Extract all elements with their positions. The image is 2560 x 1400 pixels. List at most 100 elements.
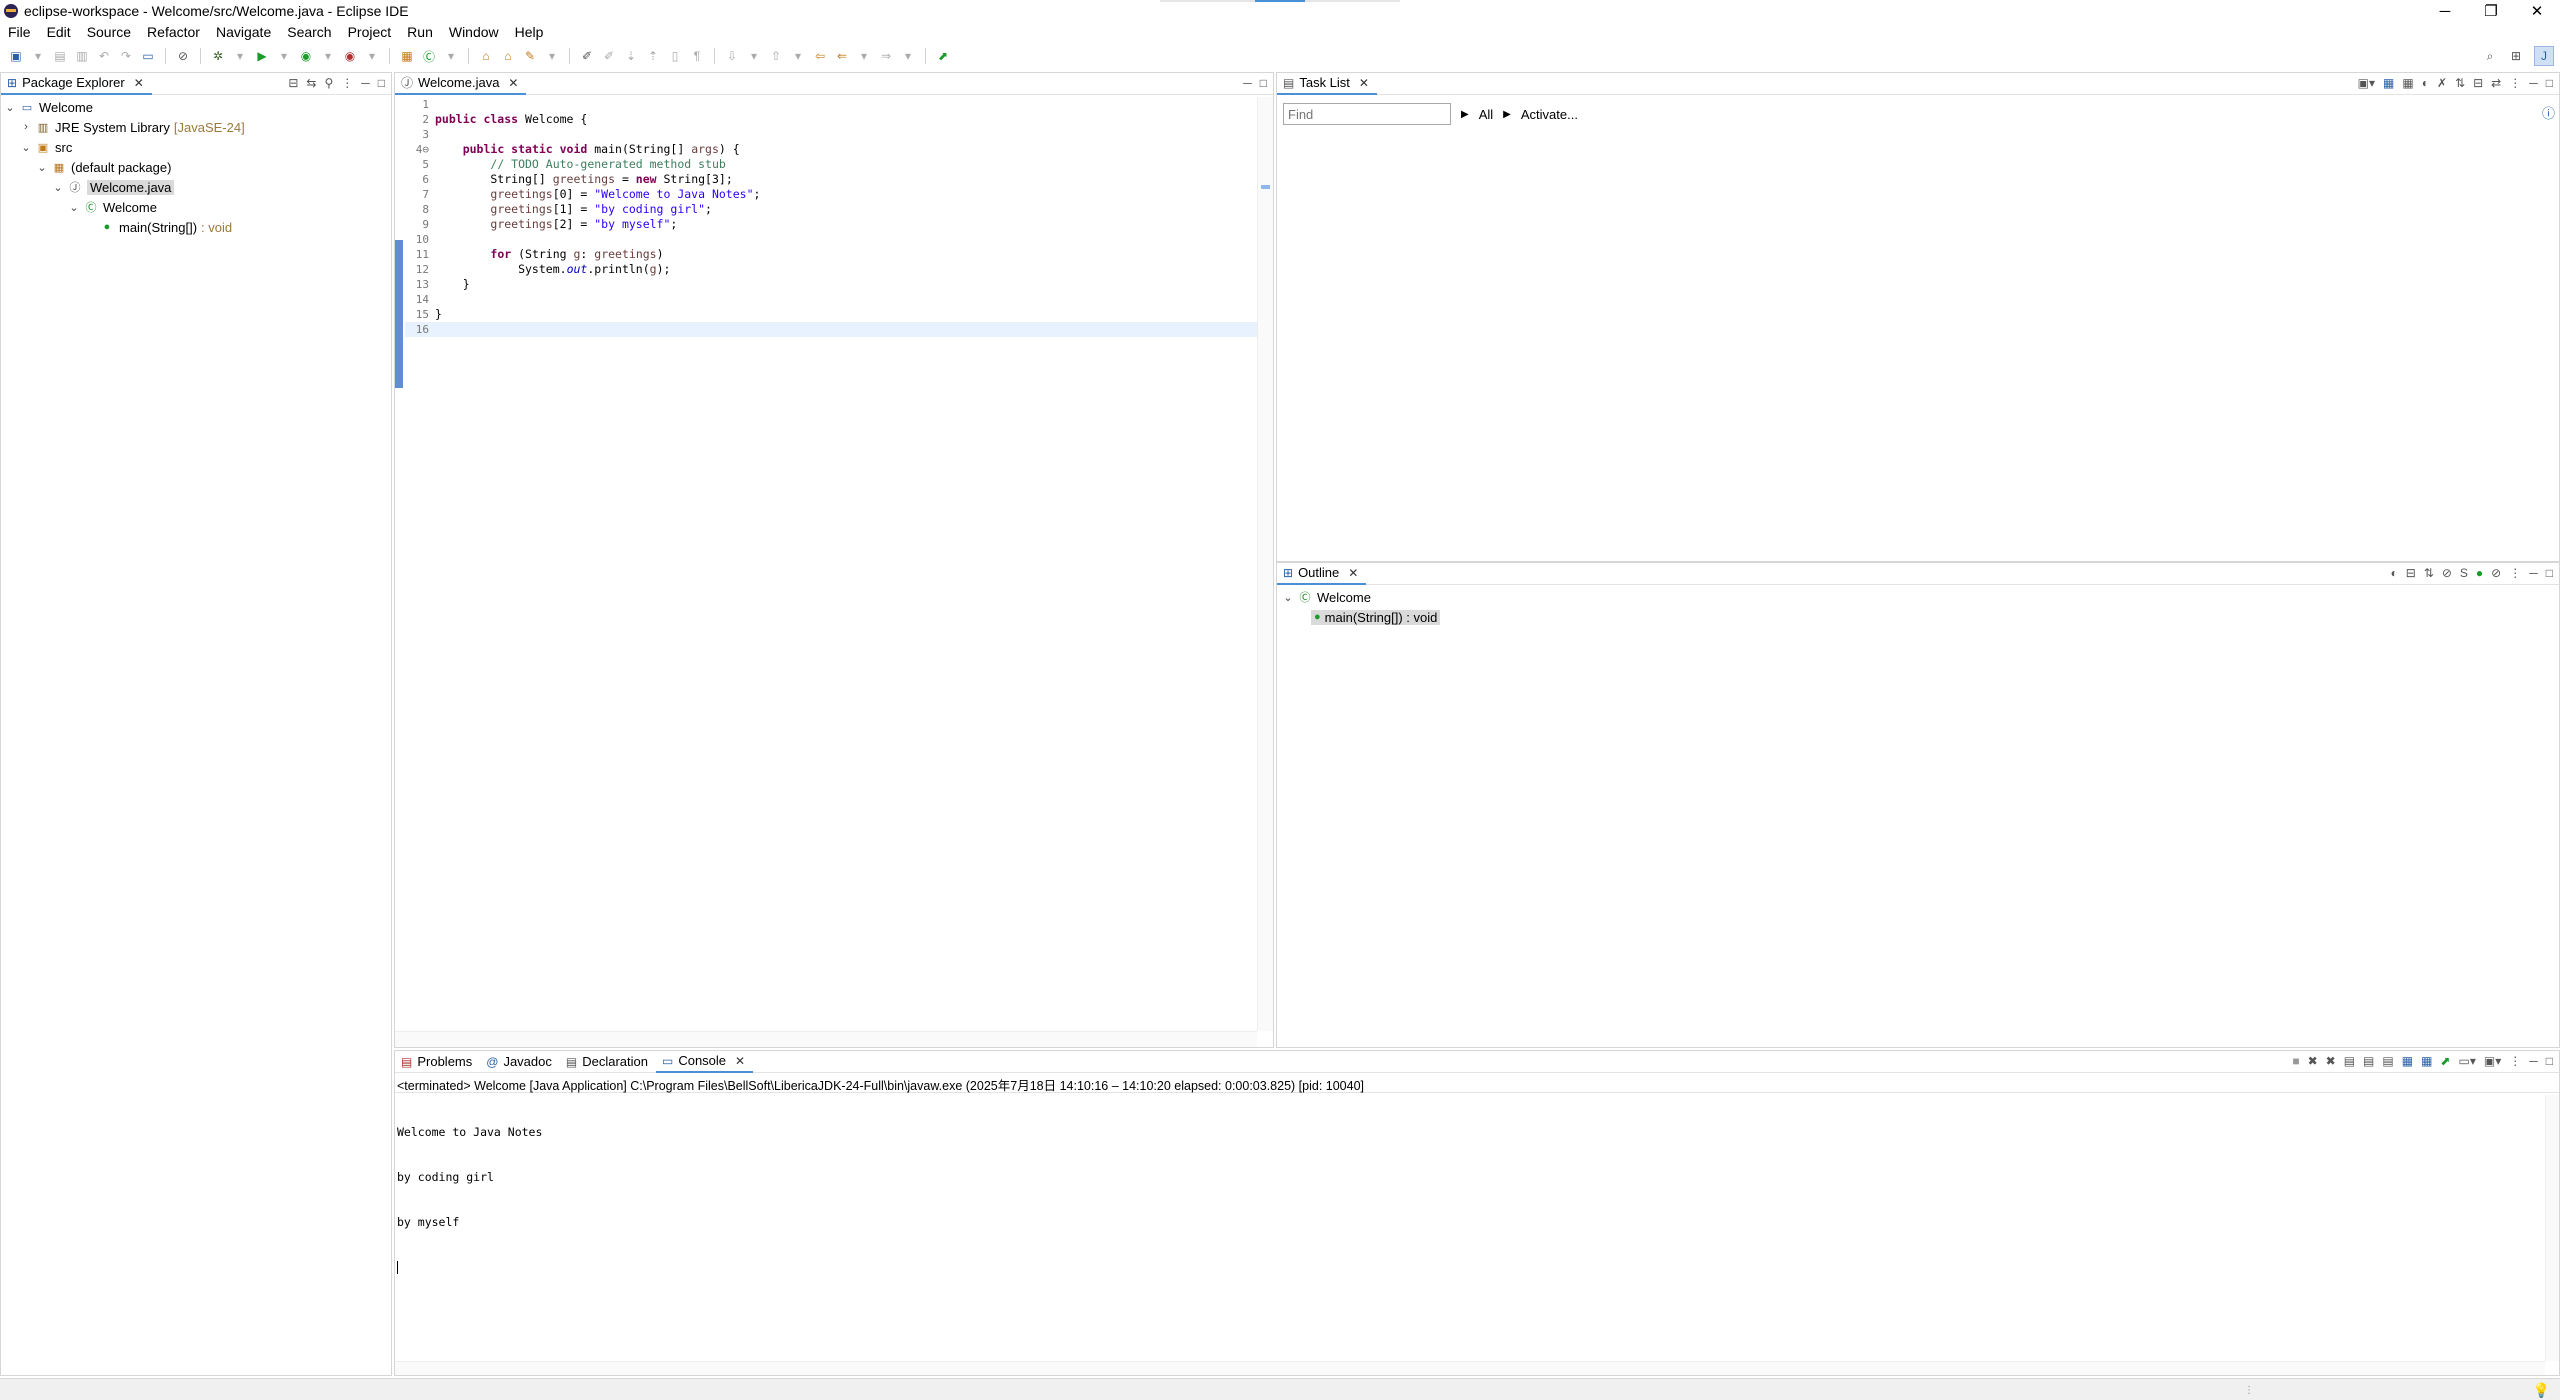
console-vertical-scrollbar[interactable] [2545,1095,2559,1361]
dropdown-icon[interactable]: ▾ [856,48,872,64]
activate-link[interactable]: Activate... [1521,107,1578,122]
link-editor-icon[interactable]: ⇆ [306,76,316,90]
search-icon[interactable]: ⌕ [2482,48,2498,64]
filter-icon[interactable]: ⚲ [324,76,333,90]
terminal-icon[interactable]: ▭ [140,48,156,64]
code-line[interactable]: 13 } [405,277,1273,292]
open-type-icon[interactable]: ⌂ [478,48,494,64]
hide-local-types-icon[interactable]: ⊘ [2491,566,2501,580]
prev-edit-icon[interactable]: ⇧ [768,48,784,64]
tab-package-explorer[interactable]: ⊞ Package Explorer ✕ [1,73,152,95]
dropdown-icon[interactable]: ▾ [900,48,916,64]
minimize-view-icon[interactable]: ─ [1243,76,1252,90]
tab-javadoc[interactable]: @ Javadoc [480,1051,560,1073]
tree-item-package[interactable]: ⌄ ▦ (default package) [1,157,391,177]
open-perspective-icon[interactable]: ⊞ [2508,48,2524,64]
menu-edit[interactable]: Edit [47,24,71,40]
chevron-down-icon[interactable]: ⌄ [1281,591,1295,604]
restore-button[interactable]: ❐ [2468,0,2514,22]
hide-nonpublic-icon[interactable]: ● [2476,566,2483,580]
code-line[interactable]: 14 [405,292,1273,307]
all-link[interactable]: All [1479,107,1493,122]
java-perspective-icon[interactable]: J [2534,46,2554,66]
pin-icon[interactable]: ✐ [601,48,617,64]
tab-welcome-java[interactable]: Ⓙ Welcome.java ✕ [395,73,527,95]
menu-navigate[interactable]: Navigate [216,24,271,40]
code-line[interactable]: 8 greetings[1] = "by coding girl"; [405,202,1273,217]
pin-console-icon[interactable]: ⬈ [2440,1054,2450,1068]
outline-item-method[interactable]: ● main(String[]) : void [1277,607,2559,627]
menu-help[interactable]: Help [515,24,544,40]
dropdown-icon[interactable]: ▾ [443,48,459,64]
tree-item-class[interactable]: ⌄ Ⓒ Welcome [1,197,391,217]
collapse-all-icon[interactable]: ⊟ [2406,566,2416,580]
sort-icon[interactable]: ⇅ [2424,566,2434,580]
horizontal-scrollbar[interactable] [395,1031,1257,1047]
dropdown-icon[interactable]: ▾ [276,48,292,64]
new-icon[interactable]: ▣ [8,48,24,64]
maximize-view-icon[interactable]: □ [2546,1054,2553,1068]
remove-all-icon[interactable]: ✖ [2326,1054,2336,1068]
dropdown-icon[interactable]: ▾ [320,48,336,64]
dropdown-icon[interactable]: ▾ [544,48,560,64]
repositories-icon[interactable]: ⇄ [2491,76,2501,90]
external-tools-icon[interactable]: ◉ [342,48,358,64]
focus-icon[interactable]: ◐ [2422,76,2429,90]
last-edit-icon[interactable]: ⇦ [812,48,828,64]
tab-task-list[interactable]: ▤ Task List ✕ [1277,73,1377,95]
menu-file[interactable]: File [8,24,31,40]
search-tool-icon[interactable]: ✎ [522,48,538,64]
help-icon[interactable]: ⓘ [2542,103,2555,122]
maximize-view-icon[interactable]: □ [2546,566,2553,580]
block-icon[interactable]: ▯ [667,48,683,64]
tab-declaration[interactable]: ▤ Declaration [560,1051,656,1073]
chevron-down-icon[interactable]: ⌄ [51,181,65,194]
collapse-all-icon[interactable]: ⊟ [288,76,298,90]
debug-icon[interactable]: ✲ [210,48,226,64]
open-resource-icon[interactable]: ⌂ [500,48,516,64]
next-annotation-icon[interactable]: ⇣ [623,48,639,64]
back-icon[interactable]: ⇐ [834,48,850,64]
minimize-view-icon[interactable]: ─ [2529,1054,2538,1068]
minimize-view-icon[interactable]: ─ [361,76,370,90]
dropdown-icon[interactable]: ▾ [364,48,380,64]
open-console-icon[interactable]: ▣▾ [2484,1054,2501,1068]
scroll-lock-icon[interactable]: ▤ [2363,1054,2374,1068]
close-icon[interactable]: ✕ [508,76,518,90]
console-horizontal-scrollbar[interactable] [395,1361,2545,1375]
minimize-view-icon[interactable]: ─ [2529,76,2538,90]
tab-problems[interactable]: ▤ Problems [395,1051,480,1073]
dropdown-icon[interactable]: ▾ [746,48,762,64]
next-edit-icon[interactable]: ⇩ [724,48,740,64]
code-line[interactable]: 11 for (String g: greetings) [405,247,1273,262]
menu-window[interactable]: Window [449,24,499,40]
minimize-view-icon[interactable]: ─ [2529,566,2538,580]
chevron-down-icon[interactable]: ⌄ [67,201,81,214]
hide-static-icon[interactable]: S [2460,566,2468,580]
word-wrap-icon[interactable]: ▤ [2382,1054,2393,1068]
close-icon[interactable]: ✕ [134,76,144,90]
overview-ruler[interactable] [1257,97,1273,1031]
console-output[interactable]: Welcome to Java Notes by coding girl by … [397,1095,542,1305]
code-editor[interactable]: 1 2 public class Welcome {3 4⊖ public stati… [395,97,1273,1031]
code-line[interactable]: 7 greetings[0] = "Welcome to Java Notes"… [405,187,1273,202]
code-line[interactable]: 4⊖ public static void main(String[] args… [405,142,1273,157]
close-icon[interactable]: ✕ [1359,76,1369,90]
maximize-view-icon[interactable]: □ [1260,76,1267,90]
coverage-icon[interactable]: ◉ [298,48,314,64]
dropdown-icon[interactable]: ▾ [30,48,46,64]
hide-completed-icon[interactable]: ✗ [2437,76,2447,90]
code-line[interactable]: 9 greetings[2] = "by myself"; [405,217,1273,232]
menu-source[interactable]: Source [87,24,131,40]
outline-item-class[interactable]: ⌄ Ⓒ Welcome [1277,587,2559,607]
run-icon[interactable]: ▶ [254,48,270,64]
hide-fields-icon[interactable]: ⊘ [2442,566,2452,580]
tree-item-src[interactable]: ⌄ ▣ src [1,137,391,157]
collapse-all-icon[interactable]: ⊟ [2473,76,2483,90]
show-stderr-icon[interactable]: ▦ [2421,1054,2432,1068]
menu-run[interactable]: Run [407,24,433,40]
minimize-button[interactable]: ─ [2422,0,2468,22]
clear-console-icon[interactable]: ▤ [2344,1054,2355,1068]
pin-editor-icon[interactable]: ⬈ [935,48,951,64]
categorized-icon[interactable]: ▦ [2383,76,2394,90]
